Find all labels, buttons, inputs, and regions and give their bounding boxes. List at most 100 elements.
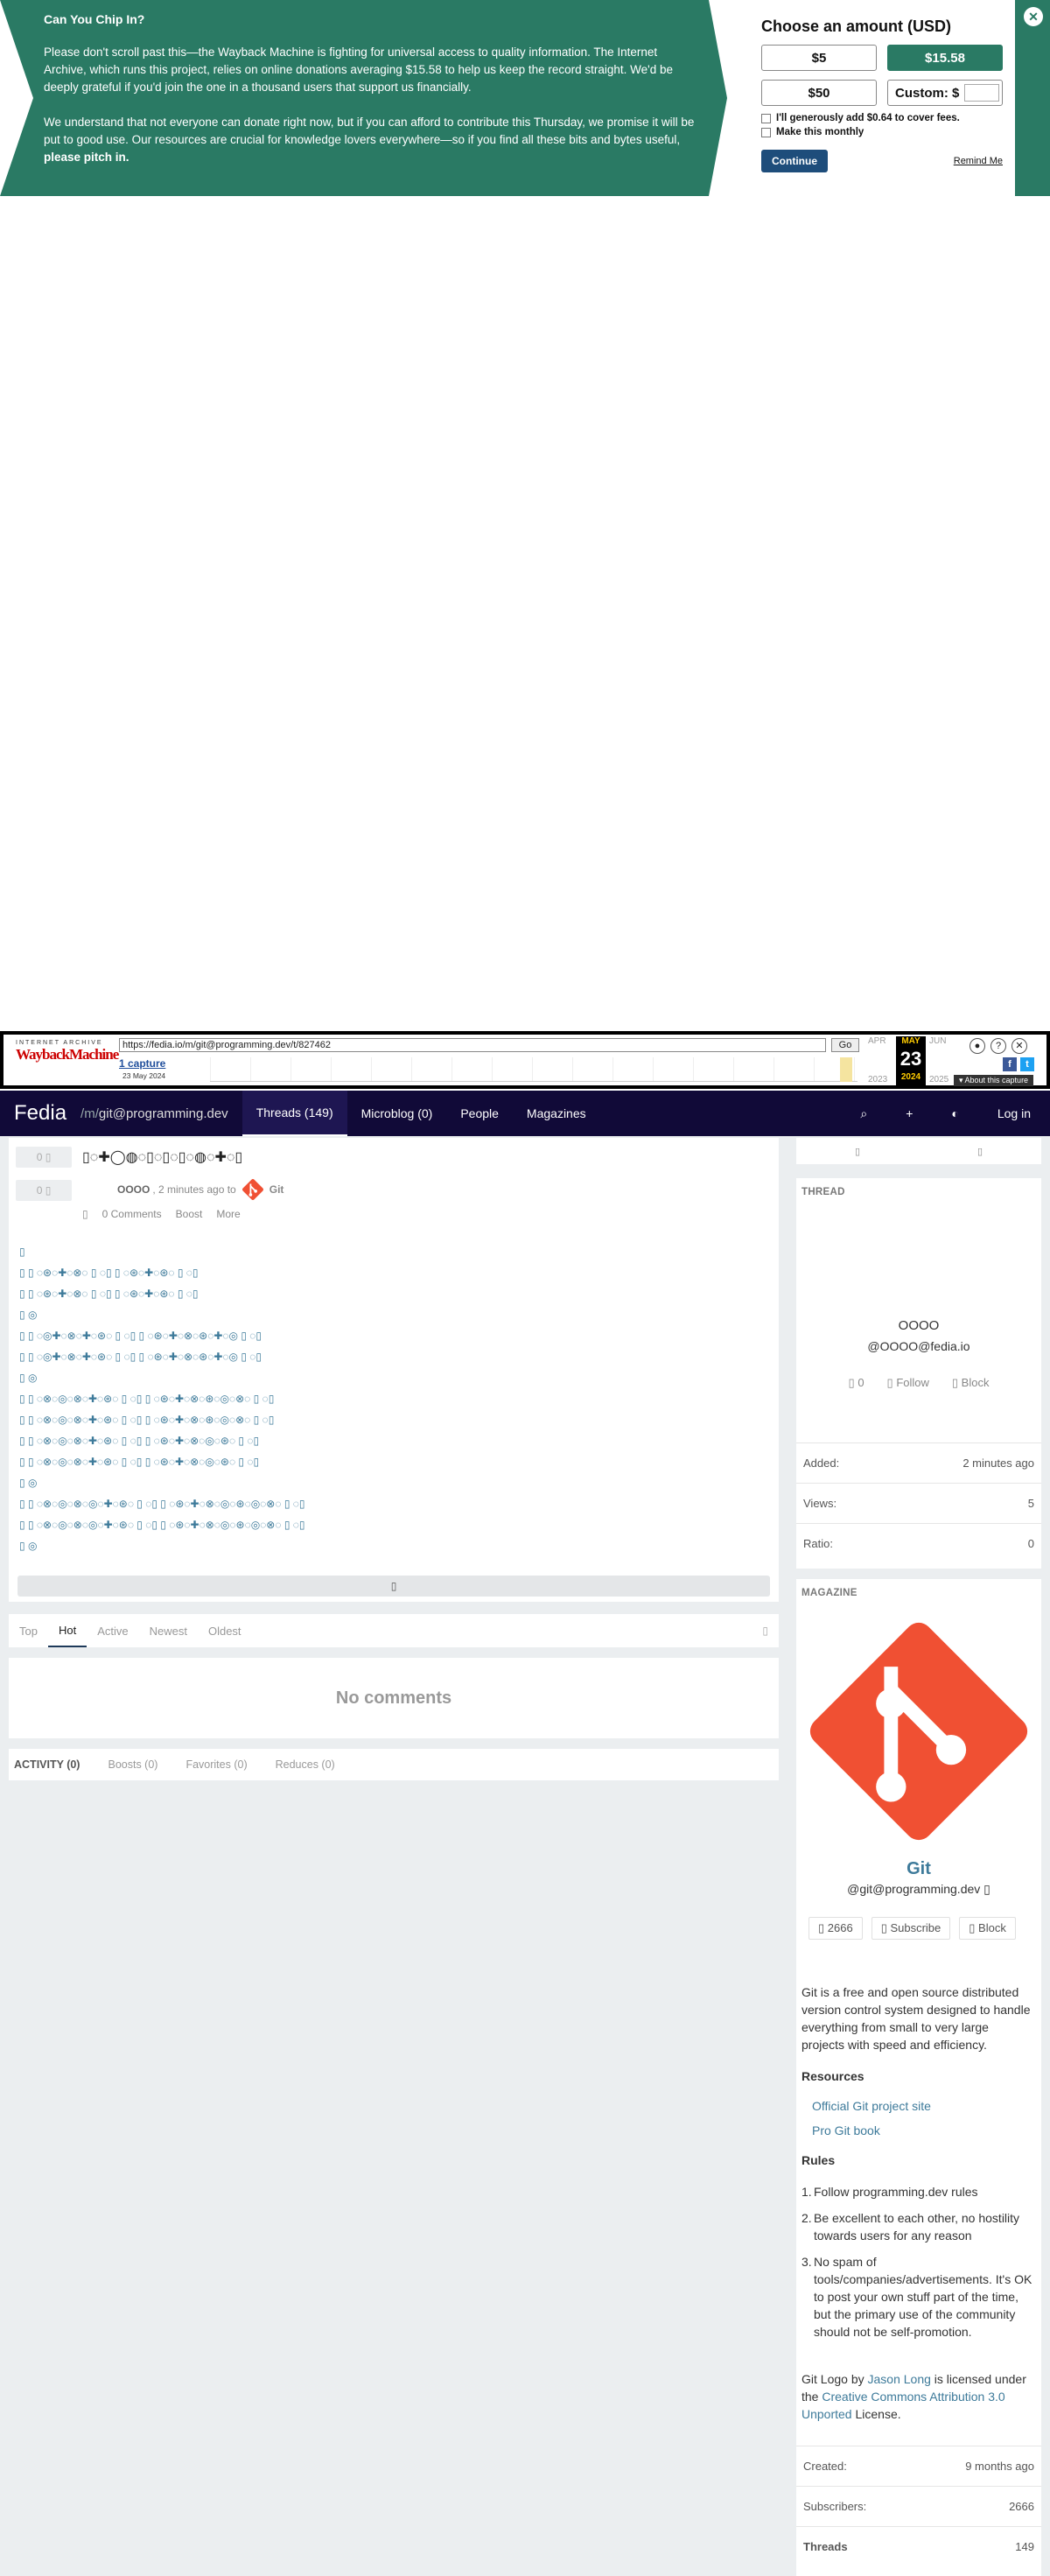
upvote-button[interactable]: 0 ▯ <box>16 1147 72 1168</box>
prev-month-label[interactable]: APR <box>868 1036 886 1046</box>
more-button[interactable]: More <box>216 1208 240 1220</box>
sort-top[interactable]: Top <box>9 1614 48 1647</box>
theme-icon[interactable]: ◐ <box>932 1106 977 1120</box>
sort-hot[interactable]: Hot <box>47 1614 88 1647</box>
tab-microblog[interactable]: Microblog (0) <box>347 1091 447 1136</box>
sort-newest[interactable]: Newest <box>139 1614 198 1647</box>
magazine-breadcrumb[interactable]: /m/git@programming.dev <box>80 1106 228 1121</box>
amount-15-58-button[interactable]: $15.58 <box>887 45 1003 71</box>
comments-link[interactable]: 0 Comments <box>102 1208 162 1220</box>
post-body-line: ▯ ◎ <box>19 1372 38 1384</box>
post-body-line: ▯ ◎ <box>19 1477 38 1489</box>
stat-value: 149 <box>1015 2540 1034 2553</box>
stat-label: Ratio: <box>803 1537 833 1550</box>
tab-favorites[interactable]: Favorites (0) <box>186 1758 247 1771</box>
resource-link[interactable]: Pro Git book <box>812 2123 880 2137</box>
help-icon[interactable]: ? <box>990 1038 1006 1054</box>
continue-button[interactable]: Continue <box>761 150 828 172</box>
post-body: ▯ ▯ ▯ ◌⊛◌✚◌⊗◌ ▯ ◌▯ ▯ ◌⊛◌✚◌⊛◌ ▯ ◌▯ ▯ ▯ ◌⊛◌✚… <box>19 1241 772 1556</box>
current-year: 2024 <box>900 1072 921 1082</box>
comment-icon[interactable]: ▯ <box>82 1208 88 1220</box>
sort-active[interactable]: Active <box>87 1614 138 1647</box>
post-title[interactable]: ▯◌✚◯◍◌▯◌▯◌▯◌◍◌✚◌▯ <box>82 1148 242 1166</box>
boost-button[interactable]: Boost <box>176 1208 203 1220</box>
facebook-icon[interactable]: f <box>1003 1057 1017 1071</box>
search-icon[interactable]: ⌕ <box>841 1106 886 1121</box>
stat-label: Added: <box>803 1456 840 1470</box>
tab-people[interactable]: People <box>446 1091 513 1136</box>
post-body-line: ▯ ▯ ◌◎✚◌⊗◌✚◌⊛◌ ▯ ◌▯ ▯ ◌⊛◌✚◌⊗◌⊛◌✚◌◎ ▯ ◌▯ <box>19 1351 262 1363</box>
monthly-checkbox[interactable] <box>761 127 771 137</box>
magazine-title[interactable]: Git <box>796 1859 1041 1879</box>
cover-fees-checkbox[interactable] <box>761 113 771 123</box>
monthly-option[interactable]: Make this monthly <box>761 127 1015 137</box>
account-icon[interactable]: ● <box>970 1038 985 1054</box>
site-header: Fedia /m/git@programming.dev Threads (14… <box>0 1091 1050 1136</box>
amount-5-button[interactable]: $5 <box>761 45 877 71</box>
tab-activity[interactable]: ACTIVITY (0) <box>14 1758 80 1771</box>
sort-oldest[interactable]: Oldest <box>198 1614 252 1647</box>
tab-threads[interactable]: Threads (149) <box>242 1091 347 1136</box>
license-link[interactable]: Creative Commons Attribution 3.0 Unporte… <box>802 2390 1005 2421</box>
sidebar-option-icon[interactable]: ▯ <box>855 1146 860 1157</box>
credit-text: Git Logo by <box>802 2372 868 2386</box>
close-toolbar-icon[interactable]: ✕ <box>1012 1038 1027 1054</box>
tab-boosts[interactable]: Boosts (0) <box>108 1758 158 1771</box>
git-logo-icon[interactable] <box>803 1616 1034 1847</box>
post-body-line: ▯ ▯ ◌◎✚◌⊗◌✚◌⊛◌ ▯ ◌▯ ▯ ◌⊛◌✚◌⊗◌⊛◌✚◌◎ ▯ ◌▯ <box>19 1330 262 1342</box>
subscribe-button[interactable]: ▯ Subscribe <box>871 1917 951 1940</box>
magazine-description: Git is a free and open source distribute… <box>802 1985 1031 2052</box>
chevron-down-icon[interactable]: ▯ <box>762 1625 768 1637</box>
wayback-go-button[interactable]: Go <box>831 1038 859 1052</box>
post-body-line: ▯ ▯ ◌⊛◌✚◌⊗◌ ▯ ◌▯ ▯ ◌⊛◌✚◌⊛◌ ▯ ◌▯ <box>19 1267 199 1279</box>
next-month-label[interactable]: JUN <box>929 1036 946 1046</box>
capture-sparkline[interactable] <box>210 1057 858 1082</box>
expand-post-button[interactable]: ▯ <box>18 1576 770 1597</box>
credit-author-link[interactable]: Jason Long <box>868 2372 931 2386</box>
post-body-line: ▯ ▯ ◌⊗◌◎◌⊗◌✚◌⊛◌ ▯ ◌▯ ▯ ◌⊛◌✚◌⊗◌⊛◌◎◌⊗◌ ▯ ◌… <box>19 1414 275 1426</box>
block-magazine-button[interactable]: ▯ Block <box>959 1917 1016 1940</box>
about-capture-button[interactable]: ▾ About this capture <box>954 1075 1034 1086</box>
tab-magazines[interactable]: Magazines <box>513 1091 600 1136</box>
post-body-line: ▯ ▯ ◌⊗◌◎◌⊗◌◎◌✚◌⊛◌ ▯ ◌▯ ▯ ◌⊛◌✚◌⊗◌◎◌⊛◌◎◌⊗◌… <box>19 1519 305 1531</box>
captures-link[interactable]: 1 capture <box>119 1057 165 1070</box>
magazine-name: git@programming.dev <box>98 1106 228 1121</box>
wayback-toolbar: INTERNET ARCHIVE WaybackMachine https://… <box>0 1031 1050 1089</box>
block-user-button[interactable]: ▯ Block <box>952 1376 990 1390</box>
add-icon[interactable]: + <box>886 1106 932 1120</box>
current-day: 23 <box>900 1048 922 1070</box>
amount-custom-button[interactable]: Custom: $ <box>887 80 1003 106</box>
amount-50-button[interactable]: $50 <box>761 80 877 106</box>
post-magazine-link[interactable]: Git <box>270 1183 284 1196</box>
custom-amount-input[interactable] <box>964 84 1000 102</box>
tab-reduces[interactable]: Reduces (0) <box>276 1758 335 1771</box>
amount-grid: $5 $15.58 $50 Custom: $ <box>761 45 1015 106</box>
post-body-line: ▯ <box>19 1246 25 1258</box>
author-name[interactable]: OOOO <box>796 1318 1041 1333</box>
resource-link[interactable]: Official Git project site <box>812 2099 931 2113</box>
wayback-url-input[interactable]: https://fedia.io/m/git@programming.dev/t… <box>119 1038 826 1052</box>
downvote-button[interactable]: 0 ▯ <box>16 1180 72 1201</box>
donation-text: Can You Chip In? Please don't scroll pas… <box>44 12 700 184</box>
remind-me-link[interactable]: Remind Me <box>954 156 1003 166</box>
stat-value: 0 <box>1027 1537 1034 1550</box>
sidebar-option-icon[interactable]: ▯ <box>977 1146 983 1157</box>
magazine-prefix: /m/ <box>80 1106 99 1121</box>
twitter-icon[interactable]: t <box>1020 1057 1034 1071</box>
post-body-line: ▯ ▯ ◌⊗◌◎◌⊗◌✚◌⊛◌ ▯ ◌▯ ▯ ◌⊛◌✚◌⊗◌⊛◌◎◌⊗◌ ▯ ◌… <box>19 1393 275 1405</box>
magazine-info-card: MAGAZINE Git @git@programming.dev ▯ ▯ 26… <box>796 1579 1041 2576</box>
comment-sort-bar: Top Hot Active Newest Oldest ▯ <box>9 1614 779 1647</box>
current-month-label: MAY <box>901 1036 920 1046</box>
author-subscribers-count: ▯ 0 <box>848 1376 864 1389</box>
login-link[interactable]: Log in <box>978 1106 1050 1120</box>
cover-fees-option[interactable]: I'll generously add $0.64 to cover fees. <box>761 113 1015 123</box>
follow-button[interactable]: ▯ Follow <box>887 1376 929 1390</box>
donation-paragraph-2: We understand that not everyone can dona… <box>44 114 700 166</box>
fedia-logo[interactable]: Fedia <box>14 1101 66 1126</box>
rules-heading: Rules <box>802 2153 836 2167</box>
author-actions: ▯ 0 ▯ Follow ▯ Block <box>796 1376 1041 1390</box>
close-icon[interactable]: ✕ <box>1024 7 1043 26</box>
post-author[interactable]: OOOO <box>117 1183 150 1196</box>
wayback-logo[interactable]: INTERNET ARCHIVE WaybackMachine <box>16 1040 119 1063</box>
logo-credit: Git Logo by Jason Long is licensed under… <box>802 2370 1034 2423</box>
